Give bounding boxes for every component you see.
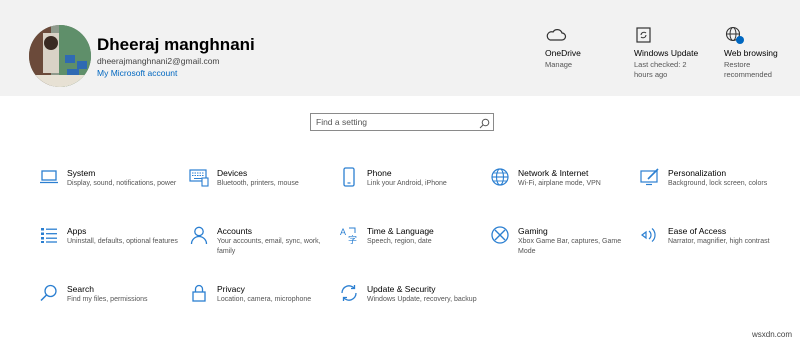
tile-search[interactable]: Search Find my files, permissions — [39, 283, 179, 333]
tile-desc: Location, camera, microphone — [217, 296, 312, 303]
tile-title: System — [67, 168, 96, 178]
tile-ease-of-access[interactable]: Ease of Access Narrator, magnifier, high… — [640, 225, 780, 275]
tile-time-language[interactable]: A字 Time & Language Speech, region, date — [339, 225, 479, 275]
person-icon — [189, 225, 209, 245]
tile-title: Update & Security — [367, 284, 436, 294]
laptop-icon — [39, 167, 59, 187]
tile-title: Privacy — [217, 284, 245, 294]
xbox-icon — [490, 225, 510, 245]
tile-desc: Background, lock screen, colors — [668, 180, 768, 187]
lock-icon — [189, 283, 209, 303]
user-email: dheerajmanghnani2@gmail.com — [97, 56, 220, 66]
tile-gaming[interactable]: Gaming Xbox Game Bar, captures, Game Mod… — [490, 225, 630, 275]
tile-desc: Find my files, permissions — [67, 296, 148, 303]
tile-title: Personalization — [668, 168, 727, 178]
windows-update-sub: Last checked: 2 hours ago — [634, 60, 687, 79]
tile-title: Gaming — [518, 226, 548, 236]
globe-icon — [490, 167, 510, 187]
tile-phone[interactable]: Phone Link your Android, iPhone — [339, 167, 479, 217]
onedrive-title: OneDrive — [545, 48, 581, 58]
tile-devices[interactable]: Devices Bluetooth, printers, mouse — [189, 167, 329, 217]
windows-update-status[interactable]: Windows Update Last checked: 2 hours ago — [634, 26, 714, 80]
cloud-icon — [545, 26, 625, 44]
tile-desc: Bluetooth, printers, mouse — [217, 180, 299, 187]
tile-title: Devices — [217, 168, 248, 178]
tile-title: Phone — [367, 168, 392, 178]
tile-title: Accounts — [217, 226, 252, 236]
web-browsing-status[interactable]: Web browsing Restore recommended — [724, 26, 800, 80]
tile-accounts[interactable]: Accounts Your accounts, email, sync, wor… — [189, 225, 329, 275]
tile-desc: Windows Update, recovery, backup — [367, 296, 477, 303]
tile-update-security[interactable]: Update & Security Windows Update, recove… — [339, 283, 479, 333]
svg-text:字: 字 — [348, 234, 357, 245]
tile-desc: Narrator, magnifier, high contrast — [668, 238, 770, 245]
globe-icon — [724, 26, 800, 44]
search-icon — [479, 116, 490, 134]
search-placeholder: Find a setting — [316, 117, 368, 127]
windows-update-title: Windows Update — [634, 48, 699, 58]
language-icon: A字 — [339, 225, 359, 245]
avatar[interactable] — [29, 25, 91, 87]
tile-desc: Link your Android, iPhone — [367, 180, 447, 187]
tile-personalization[interactable]: Personalization Background, lock screen,… — [640, 167, 780, 217]
tile-title: Search — [67, 284, 94, 294]
tile-network[interactable]: Network & Internet Wi-Fi, airplane mode,… — [490, 167, 630, 217]
tile-title: Time & Language — [367, 226, 434, 236]
web-browsing-title: Web browsing — [724, 48, 778, 58]
windows-update-icon — [634, 26, 714, 44]
personalization-icon — [640, 167, 660, 187]
tile-title: Apps — [67, 226, 87, 236]
tile-desc: Xbox Game Bar, captures, Game Mode — [518, 238, 622, 255]
tile-apps[interactable]: Apps Uninstall, defaults, optional featu… — [39, 225, 179, 275]
phone-icon — [339, 167, 359, 187]
update-icon — [339, 283, 359, 303]
search-icon — [39, 283, 59, 303]
tile-desc: Wi-Fi, airplane mode, VPN — [518, 180, 601, 187]
ease-of-access-icon — [640, 225, 660, 245]
onedrive-status[interactable]: OneDrive Manage — [545, 26, 625, 70]
apps-list-icon — [39, 225, 59, 245]
my-microsoft-account-link[interactable]: My Microsoft account — [97, 68, 177, 78]
onedrive-sub: Manage — [545, 60, 573, 69]
tile-system[interactable]: System Display, sound, notifications, po… — [39, 167, 179, 217]
tile-desc: Uninstall, defaults, optional features — [67, 238, 178, 245]
web-browsing-sub: Restore recommended — [724, 60, 772, 79]
tile-desc: Your accounts, email, sync, work, family — [217, 238, 321, 255]
account-header: Dheeraj manghnani dheerajmanghnani2@gmai… — [0, 0, 800, 96]
user-name: Dheeraj manghnani — [97, 35, 255, 54]
tile-desc: Speech, region, date — [367, 238, 432, 245]
tile-privacy[interactable]: Privacy Location, camera, microphone — [189, 283, 329, 333]
watermark: wsxdn.com — [751, 330, 792, 339]
tile-title: Network & Internet — [518, 168, 589, 178]
tile-title: Ease of Access — [668, 226, 727, 236]
keyboard-icon — [189, 167, 209, 187]
tile-desc: Display, sound, notifications, power — [67, 180, 177, 187]
svg-text:A: A — [340, 227, 346, 237]
search-input[interactable]: Find a setting — [310, 113, 494, 131]
